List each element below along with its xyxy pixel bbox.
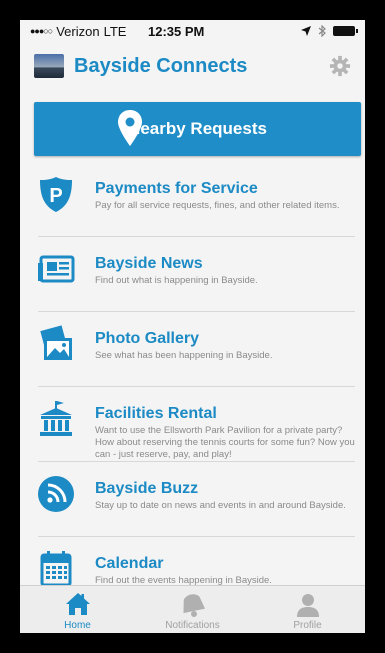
rss-icon	[38, 476, 74, 512]
map-pin-icon	[118, 110, 142, 146]
gear-icon[interactable]	[329, 55, 351, 77]
status-bar: ●●●○○ Verizon LTE 12:35 PM	[20, 20, 365, 42]
item-description: Pay for all service requests, fines, and…	[95, 200, 340, 211]
calendar-icon	[40, 551, 72, 587]
bluetooth-icon	[318, 25, 326, 37]
list-item-payments[interactable]: P Payments for Service Pay for all servi…	[20, 162, 365, 237]
item-title: Calendar	[95, 555, 164, 572]
item-title: Photo Gallery	[95, 330, 200, 347]
tab-home[interactable]: Home	[20, 586, 135, 633]
app-title: Bayside Connects	[74, 54, 248, 77]
newspaper-icon	[38, 255, 75, 283]
tab-label: Profile	[293, 620, 322, 631]
svg-text:P: P	[49, 185, 62, 207]
list-item-bayside-buzz[interactable]: Bayside Buzz Stay up to date on news and…	[20, 462, 365, 537]
list-item-facilities-rental[interactable]: Facilities Rental Want to use the Ellswo…	[20, 387, 365, 462]
home-icon	[65, 593, 90, 615]
nearby-requests-button[interactable]: Nearby Requests	[34, 102, 361, 156]
person-icon	[296, 594, 319, 617]
item-title: Bayside News	[95, 255, 203, 272]
app-logo	[34, 54, 64, 78]
signal-strength: ●●●○○	[30, 26, 53, 36]
bell-icon	[182, 594, 205, 617]
network-type: LTE	[103, 23, 127, 39]
tab-notifications[interactable]: Notifications	[135, 586, 250, 633]
item-title: Facilities Rental	[95, 405, 217, 422]
carrier-name: Verizon	[56, 23, 100, 39]
list-item-news[interactable]: Bayside News Find out what is happening …	[20, 237, 365, 312]
item-description: Stay up to date on news and events in an…	[95, 500, 346, 511]
tab-label: Notifications	[165, 620, 220, 631]
nearby-requests-label: Nearby Requests	[128, 119, 267, 138]
item-description: See what has been happening in Bayside.	[95, 350, 273, 361]
parking-shield-icon: P	[40, 177, 72, 212]
app-header: Bayside Connects	[20, 42, 365, 90]
item-description: Want to use the Ellsworth Park Pavilion …	[95, 425, 355, 460]
list-item-photo-gallery[interactable]: Photo Gallery See what has been happenin…	[20, 312, 365, 387]
bottom-tab-bar: Home Notifications Profile	[20, 585, 365, 633]
location-arrow-icon	[301, 26, 311, 36]
phone-screen: ●●●○○ Verizon LTE 12:35 PM Bayside Conne…	[20, 20, 365, 633]
photo-gallery-icon	[40, 325, 72, 360]
item-title: Bayside Buzz	[95, 480, 199, 497]
item-description: Find out what is happening in Bayside.	[95, 275, 258, 286]
tab-label: Home	[64, 620, 91, 631]
item-title: Payments for Service	[95, 180, 258, 197]
battery-icon	[333, 26, 358, 36]
building-columns-icon	[40, 401, 72, 436]
tab-profile[interactable]: Profile	[250, 586, 365, 633]
status-time: 12:35 PM	[148, 23, 205, 39]
